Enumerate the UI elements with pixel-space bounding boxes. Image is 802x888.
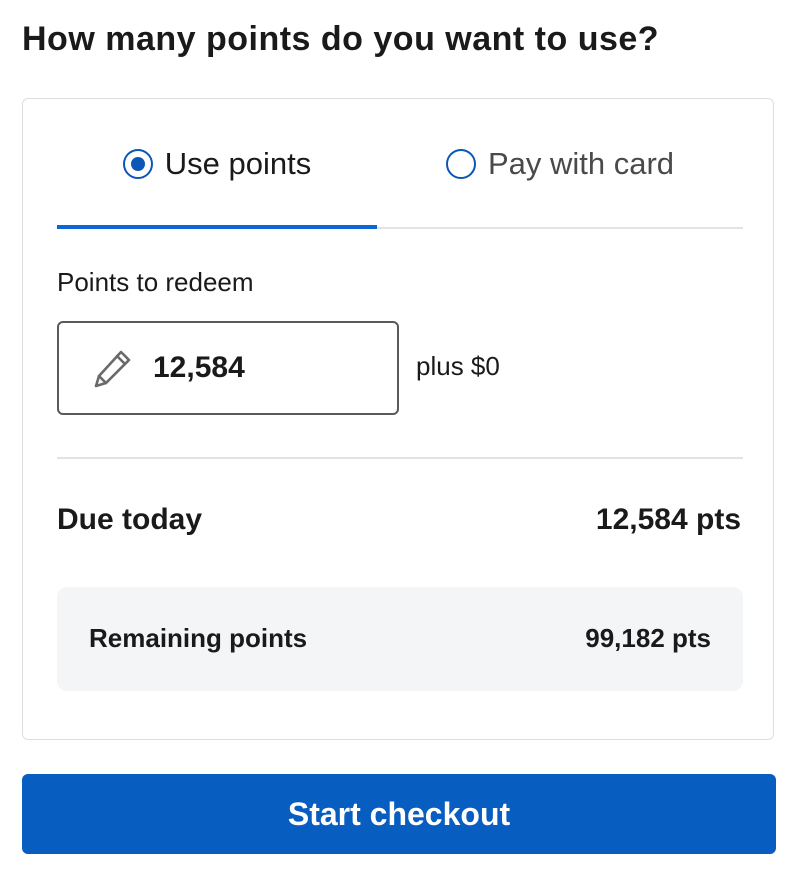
pencil-icon <box>94 350 131 388</box>
tab-use-points-label: Use points <box>164 146 312 181</box>
start-checkout-button[interactable]: Start checkout <box>22 774 776 854</box>
points-card: Use points Pay with card Points to redee… <box>22 98 774 740</box>
due-today-label: Due today <box>57 503 203 536</box>
divider <box>57 457 743 459</box>
radio-dot <box>130 157 145 171</box>
due-today-value: 12,584 pts <box>595 503 741 536</box>
tab-pay-with-card[interactable]: Pay with card <box>377 99 743 229</box>
active-tab-indicator <box>57 225 377 229</box>
radio-selected-icon[interactable] <box>122 149 153 179</box>
page-title: How many points do you want to use? <box>22 20 660 58</box>
points-input-value: 12,584 <box>153 351 245 384</box>
radio-unselected-icon[interactable] <box>445 149 476 179</box>
remaining-points-label: Remaining points <box>89 623 308 653</box>
points-input[interactable]: 12,584 <box>57 321 399 415</box>
payment-tabs: Use points Pay with card <box>57 99 743 229</box>
plus-cash-text: plus $0 <box>416 351 500 381</box>
tab-pay-with-card-label: Pay with card <box>487 146 675 181</box>
remaining-points-value: 99,182 pts <box>585 623 711 653</box>
tab-use-points[interactable]: Use points <box>57 99 377 229</box>
points-to-redeem-label: Points to redeem <box>57 267 254 297</box>
remaining-points-box: Remaining points 99,182 pts <box>57 587 743 691</box>
